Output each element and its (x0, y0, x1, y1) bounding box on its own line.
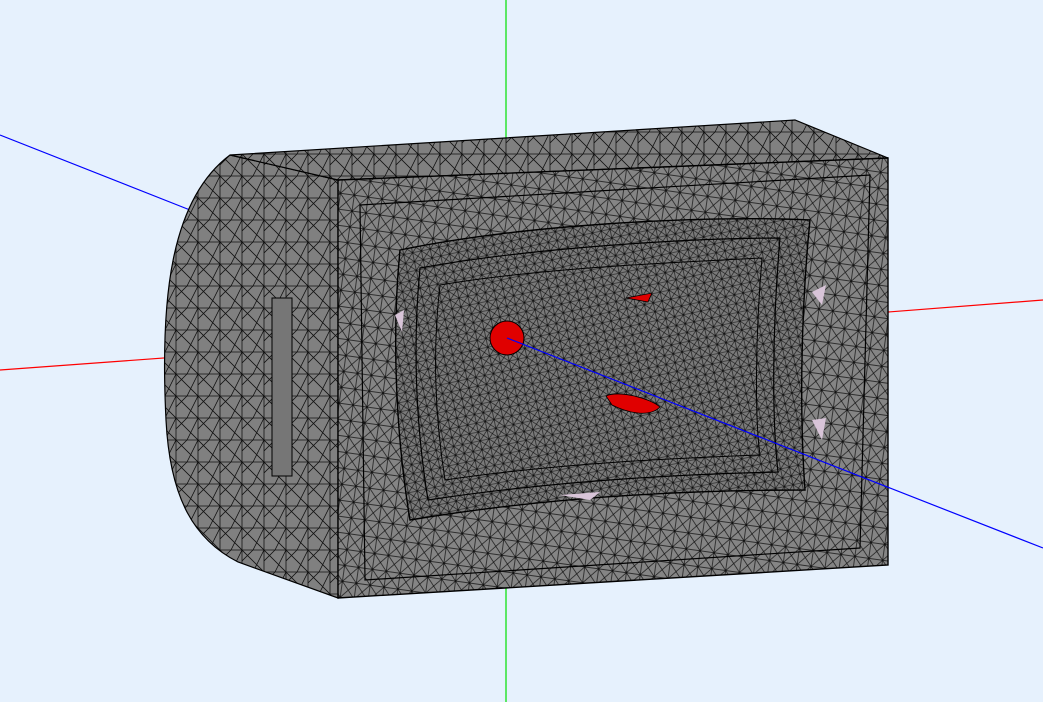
scene[interactable] (0, 0, 1043, 702)
horn-throat-surface (394, 218, 811, 521)
x-axis-line (887, 299, 1043, 313)
side-recess (271, 297, 293, 477)
mesh-model[interactable] (163, 119, 889, 599)
3d-viewport[interactable] (0, 0, 1043, 702)
rounded-side-face (163, 154, 339, 599)
z-axis-line (0, 134, 191, 211)
